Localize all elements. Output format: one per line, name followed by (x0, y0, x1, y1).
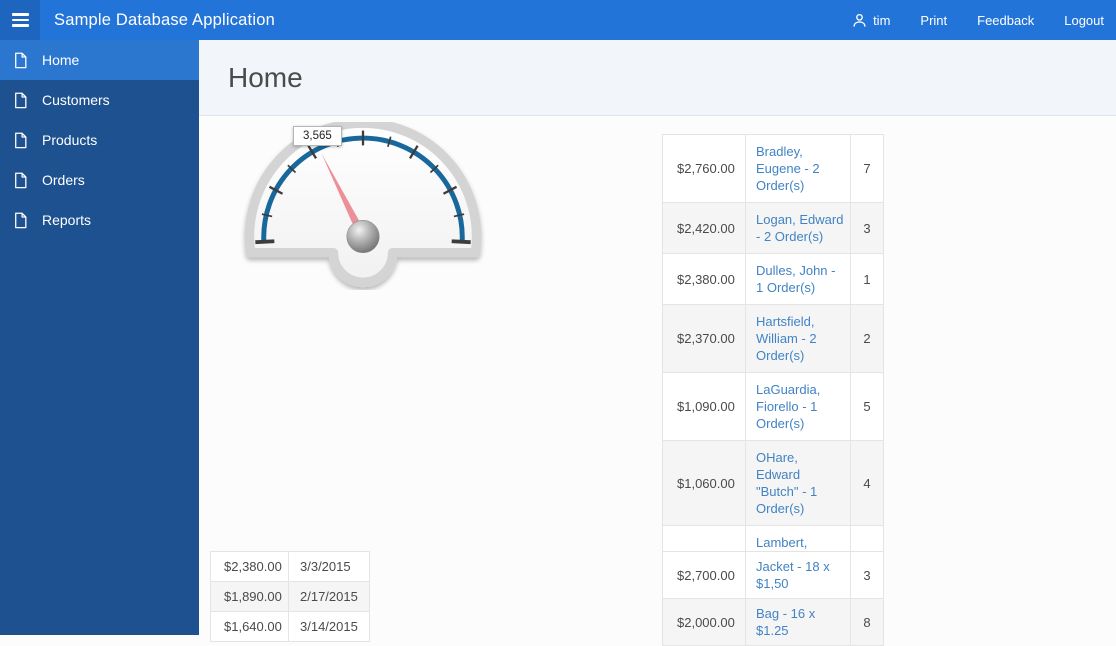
table-row: $2,760.00 Bradley, Eugene - 2 Order(s) 7 (662, 134, 884, 203)
link-cell: Logan, Edward - 2 Order(s) (745, 202, 851, 254)
sidebar-item-customers[interactable]: Customers (0, 80, 199, 120)
customer-link[interactable]: Dulles, John - 1 Order(s) (756, 263, 835, 295)
top-products-table: $2,700.00 Jacket - 18 x $1,50 3 $2,000.00 Ba… (662, 551, 884, 646)
customer-link[interactable]: Hartsfield, William - 2 Order(s) (756, 314, 817, 363)
sidebar-item-orders[interactable]: Orders (0, 160, 199, 200)
app-header: Sample Database Application tim Print Fe… (0, 0, 1116, 40)
sidebar-item-products[interactable]: Products (0, 120, 199, 160)
customer-link[interactable]: OHare, Edward "Butch" - 1 Order(s) (756, 450, 817, 516)
count-cell: 7 (850, 134, 884, 203)
count-cell: 2 (850, 304, 884, 373)
menu-icon[interactable] (0, 0, 40, 40)
user-icon (853, 13, 866, 27)
product-link[interactable]: Jacket - 18 x $1,50 (756, 559, 830, 591)
link-cell: OHare, Edward "Butch" - 1 Order(s) (745, 440, 851, 526)
sidebar-item-label: Customers (42, 92, 110, 108)
print-link[interactable]: Print (920, 13, 947, 28)
amount-cell: $2,370.00 (662, 304, 746, 373)
table-row: $1,890.00 2/17/2015 (210, 581, 370, 612)
order-amount-cell: $1,640.00 (210, 611, 289, 642)
sidebar-menu: Home Customers Products Orders Reports (0, 40, 199, 240)
amount-cell: $1,060.00 (662, 440, 746, 526)
amount-cell: $2,000.00 (662, 598, 746, 646)
document-icon (15, 132, 27, 148)
link-cell: Hartsfield, William - 2 Order(s) (745, 304, 851, 373)
gauge-svg (244, 118, 482, 288)
document-icon (15, 52, 27, 68)
sidebar-item-label: Orders (42, 172, 85, 188)
recent-orders-table: $2,380.00 3/3/2015 $1,890.00 2/17/2015 $1,64… (210, 551, 370, 642)
product-link[interactable]: Bag - 16 x $1.25 (756, 606, 815, 638)
count-cell: 5 (850, 372, 884, 441)
customer-link[interactable]: LaGuardia, Fiorello - 1 Order(s) (756, 382, 820, 431)
table-row: $1,090.00 LaGuardia, Fiorello - 1 Order(s… (662, 372, 884, 441)
amount-cell: $1,090.00 (662, 372, 746, 441)
sidebar-item-label: Reports (42, 212, 92, 228)
link-cell: Bag - 16 x $1.25 (745, 598, 851, 646)
sales-gauge-chart: 3,565 (237, 118, 489, 290)
gauge-value-label: 3,565 (293, 126, 342, 146)
amount-cell: $2,420.00 (662, 202, 746, 254)
sidebar-item-reports[interactable]: Reports (0, 200, 199, 240)
document-icon (15, 212, 27, 228)
user-name: tim (873, 12, 891, 28)
sidebar-item-label: Products (42, 132, 98, 148)
top-customers-table: $2,760.00 Bradley, Eugene - 2 Order(s) 7 $2… (662, 134, 884, 594)
amount-cell: $2,760.00 (662, 134, 746, 203)
sidebar-item-home[interactable]: Home (0, 40, 199, 80)
order-amount-cell: $2,380.00 (210, 551, 289, 582)
app-title: Sample Database Application (54, 10, 275, 29)
content-body: 3,565 $2,760.00 Bradley, Eugene - 2 Order… (199, 116, 1116, 646)
table-row: $2,700.00 Jacket - 18 x $1,50 3 (662, 551, 884, 599)
order-date-cell: 2/17/2015 (288, 581, 370, 612)
count-cell: 3 (850, 202, 884, 254)
link-cell: Jacket - 18 x $1,50 (745, 551, 851, 599)
customer-link[interactable]: Bradley, Eugene - 2 Order(s) (756, 144, 820, 193)
sidebar-item-label: Home (42, 52, 80, 68)
order-date-cell: 3/14/2015 (288, 611, 370, 642)
count-cell: 8 (850, 598, 884, 646)
link-cell: LaGuardia, Fiorello - 1 Order(s) (745, 372, 851, 441)
feedback-link[interactable]: Feedback (977, 13, 1034, 28)
logout-link[interactable]: Logout (1064, 13, 1104, 28)
amount-cell: $2,700.00 (662, 551, 746, 599)
gauge-tick (451, 239, 471, 245)
table-row: $2,370.00 Hartsfield, William - 2 Order(s… (662, 304, 884, 373)
table-row: $1,060.00 OHare, Edward "Butch" - 1 Order… (662, 440, 884, 526)
table-row: $2,380.00 3/3/2015 (210, 551, 370, 582)
header-nav: tim Print Feedback Logout (852, 13, 1116, 28)
page-title-bar: Home (199, 40, 1116, 116)
table-row: $2,000.00 Bag - 16 x $1.25 8 (662, 598, 884, 646)
count-cell: 3 (850, 551, 884, 599)
table-row: $2,380.00 Dulles, John - 1 Order(s) 1 (662, 253, 884, 305)
order-amount-cell: $1,890.00 (210, 581, 289, 612)
document-icon (15, 92, 27, 108)
order-date-cell: 3/3/2015 (288, 551, 370, 582)
customer-link[interactable]: Logan, Edward - 2 Order(s) (756, 212, 843, 244)
link-cell: Bradley, Eugene - 2 Order(s) (745, 134, 851, 203)
table-row: $2,420.00 Logan, Edward - 2 Order(s) 3 (662, 202, 884, 254)
amount-cell: $2,380.00 (662, 253, 746, 305)
main-region: Home 3,565 $2,760.00 Bradley, Eugene - 2… (199, 40, 1116, 646)
document-icon (15, 172, 27, 188)
user-menu[interactable]: tim (852, 13, 890, 28)
count-cell: 1 (850, 253, 884, 305)
gauge-tick (255, 239, 275, 245)
count-cell: 4 (850, 440, 884, 526)
link-cell: Dulles, John - 1 Order(s) (745, 253, 851, 305)
table-row: $1,640.00 3/14/2015 (210, 611, 370, 642)
page-title: Home (228, 61, 303, 93)
sidebar: Home Customers Products Orders Reports (0, 40, 199, 635)
gauge-pivot (346, 220, 380, 254)
gauge-casing (244, 118, 482, 288)
